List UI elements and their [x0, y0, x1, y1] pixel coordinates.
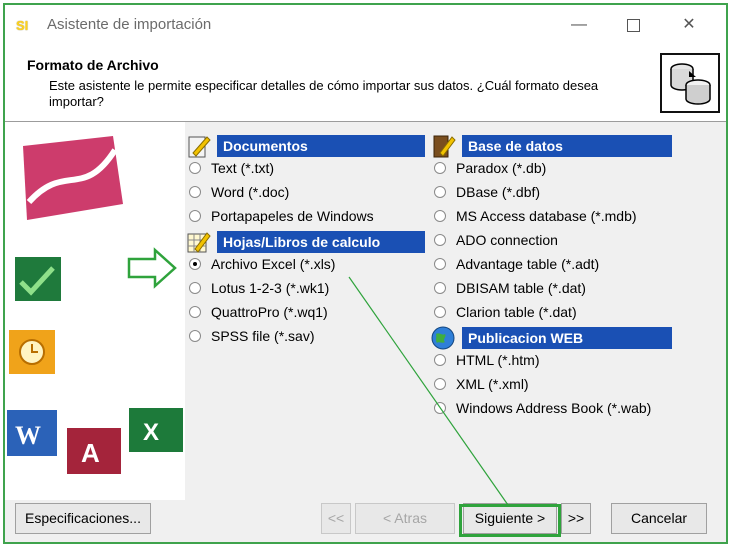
- arrow-icon: [127, 247, 177, 289]
- connector-line: [348, 276, 509, 506]
- wizard-window: SI Asistente de importación — ✕ Formato …: [3, 3, 728, 544]
- annotation-overlay: [127, 247, 509, 506]
